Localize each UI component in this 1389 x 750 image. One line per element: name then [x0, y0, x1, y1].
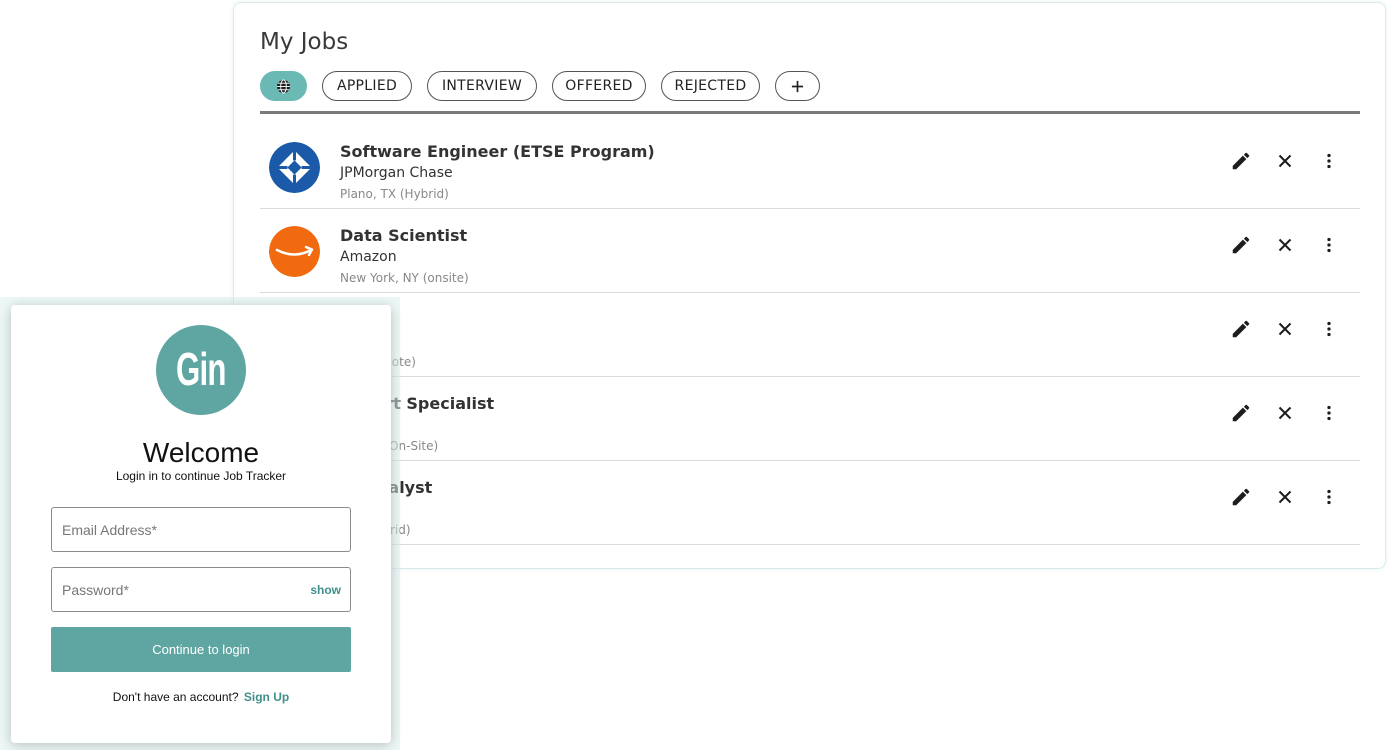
filter-rejected-button[interactable]: REJECTED [661, 71, 760, 101]
close-icon[interactable] [1274, 234, 1296, 256]
job-actions [1230, 486, 1340, 508]
job-actions [1230, 234, 1340, 256]
plus-icon [791, 80, 804, 93]
add-filter-button[interactable] [775, 71, 820, 101]
edit-icon[interactable] [1230, 402, 1252, 424]
job-row[interactable]: ineer c AZ (Remote) [260, 293, 1360, 377]
more-vert-icon[interactable] [1318, 234, 1340, 256]
job-actions [1230, 402, 1340, 424]
job-title[interactable]: Data Scientist [340, 226, 467, 245]
filter-applied-button[interactable]: APPLIED [322, 71, 412, 101]
job-row[interactable]: upport Specialist hia, PA (On-Site) [260, 377, 1360, 461]
close-icon[interactable] [1274, 318, 1296, 340]
jpmorgan-chase-logo [269, 142, 320, 193]
login-subtitle: Login in to continue Job Tracker [115, 469, 287, 483]
close-icon[interactable] [1274, 402, 1296, 424]
job-company: JPMorgan Chase [340, 165, 453, 181]
job-location: New York, NY (onsite) [340, 271, 469, 285]
email-input[interactable] [62, 508, 302, 551]
welcome-heading: Welcome [142, 437, 260, 468]
filter-divider [260, 111, 1360, 114]
gin-logo: Gin [156, 325, 246, 415]
filter-all-button[interactable] [260, 71, 307, 101]
no-account-text: Don't have an account? [112, 690, 239, 704]
more-vert-icon[interactable] [1318, 150, 1340, 172]
edit-icon[interactable] [1230, 486, 1252, 508]
job-actions [1230, 150, 1340, 172]
job-title[interactable]: Software Engineer (ETSE Program) [340, 142, 655, 161]
filter-offered-button[interactable]: OFFERED [552, 71, 646, 101]
more-vert-icon[interactable] [1318, 486, 1340, 508]
password-field[interactable]: show [51, 567, 351, 612]
job-row[interactable]: Software Engineer (ETSE Program) JPMorga… [260, 125, 1360, 209]
sign-up-link[interactable]: Sign Up [244, 690, 289, 704]
login-dialog: Gin Welcome Login in to continue Job Tra… [11, 305, 391, 743]
job-location: Plano, TX (Hybrid) [340, 187, 449, 201]
job-actions [1230, 318, 1340, 340]
amazon-logo [269, 226, 320, 277]
job-company: Amazon [340, 249, 397, 265]
close-icon[interactable] [1274, 150, 1296, 172]
page-title: My Jobs [260, 29, 349, 55]
password-input[interactable] [62, 568, 302, 611]
more-vert-icon[interactable] [1318, 402, 1340, 424]
edit-icon[interactable] [1230, 150, 1252, 172]
email-field[interactable] [51, 507, 351, 552]
close-icon[interactable] [1274, 486, 1296, 508]
continue-login-button[interactable]: Continue to login [51, 627, 351, 672]
filter-interview-button[interactable]: INTERVIEW [427, 71, 537, 101]
more-vert-icon[interactable] [1318, 318, 1340, 340]
show-password-button[interactable]: show [310, 583, 341, 597]
edit-icon[interactable] [1230, 318, 1252, 340]
job-row[interactable]: ss Analyst OR (Hybrid) [260, 461, 1360, 545]
my-jobs-panel: My Jobs APPLIED INTERVIEW OFFERED REJECT… [233, 2, 1386, 569]
logo-text: Gin [176, 344, 226, 395]
globe-icon [276, 78, 291, 94]
signup-prompt: Don't have an account? Sign Up [11, 690, 391, 704]
edit-icon[interactable] [1230, 234, 1252, 256]
job-row[interactable]: Data Scientist Amazon New York, NY (onsi… [260, 209, 1360, 293]
